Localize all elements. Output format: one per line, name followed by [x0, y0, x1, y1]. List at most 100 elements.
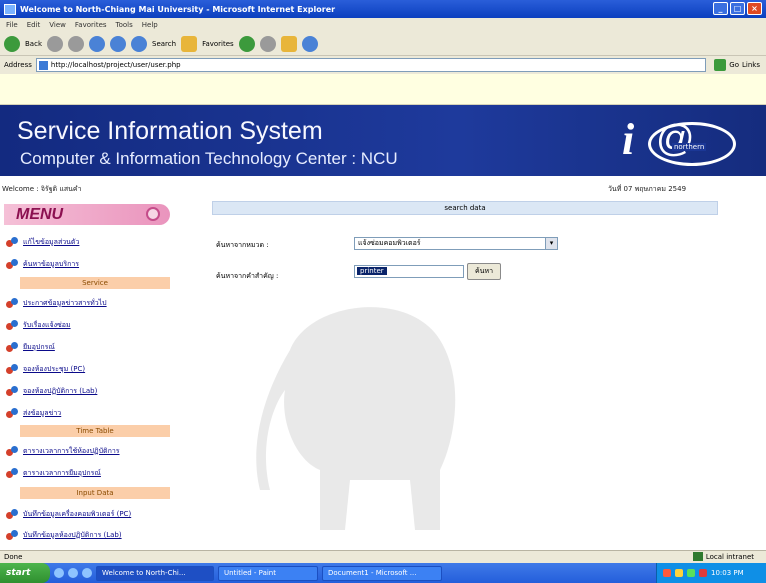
menu-tools[interactable]: Tools [116, 21, 133, 29]
section-input-data: Input Data [20, 487, 170, 499]
tray-icon[interactable] [663, 569, 671, 577]
desktop-quicklaunch-icon[interactable] [68, 568, 78, 578]
user-group-icon [6, 385, 19, 397]
sidebar-item-label[interactable]: ประกาศข้อมูลข่าวสารทั่วไป [23, 298, 107, 309]
ie-quicklaunch-icon[interactable] [54, 568, 64, 578]
user-group-icon [6, 508, 19, 520]
sidebar-item-book-lab[interactable]: จองห้องปฏิบัติการ (Lab) [6, 383, 166, 399]
taskbar-item-browser[interactable]: Welcome to North-Chi... [96, 565, 214, 581]
links-label[interactable]: Links [742, 61, 760, 69]
sidebar-item-label[interactable]: รับเรื่องแจ้งซ่อม [23, 320, 71, 331]
keyword-input[interactable]: printer [354, 265, 464, 278]
section-service: Service [20, 277, 170, 289]
user-group-icon [6, 363, 19, 375]
search-icon[interactable] [131, 35, 147, 52]
sidebar-item-repair[interactable]: รับเรื่องแจ้งซ่อม [6, 317, 166, 333]
sidebar-item-book-pc[interactable]: จองห้องประชุม (PC) [6, 361, 166, 377]
sidebar-item-label[interactable]: แก้ไขข้อมูลส่วนตัว [23, 237, 79, 248]
sidebar-item-label[interactable]: ค้นหาข้อมูลบริการ [23, 259, 79, 270]
folder-icon[interactable] [280, 35, 297, 52]
address-bar: Address http://localhost/project/user/us… [0, 56, 766, 74]
menu-edit[interactable]: Edit [27, 21, 41, 29]
sidebar-item-label[interactable]: จองห้องประชุม (PC) [23, 364, 85, 375]
sidebar-item-label[interactable]: ส่งข้อมูลข่าว [23, 408, 61, 419]
media-quicklaunch-icon[interactable] [82, 568, 92, 578]
taskbar-item-word[interactable]: Document1 - Microsoft ... [322, 565, 442, 581]
favorites-label[interactable]: Favorites [202, 40, 234, 48]
category-select-value: แจ้งซ่อมคอมพิวเตอร์ [358, 239, 421, 247]
logo-letter: i [622, 115, 635, 164]
banner-subtitle: Computer & Information Technology Center… [20, 149, 398, 168]
user-group-icon [6, 236, 19, 248]
go-icon[interactable] [714, 59, 727, 71]
sidebar-item-label[interactable]: ตารางเวลาการยืมอุปกรณ์ [23, 468, 101, 479]
go-button[interactable]: Go [729, 61, 739, 69]
user-group-icon [6, 297, 19, 309]
sidebar-item-label[interactable]: บันทึกข้อมูลเครื่องคอมพิวเตอร์ (PC) [23, 509, 131, 520]
system-tray: 10:03 PM [656, 563, 766, 583]
sidebar-item-edit-profile[interactable]: แก้ไขข้อมูลส่วนตัว [6, 234, 166, 250]
user-group-icon [6, 341, 19, 353]
back-icon[interactable] [4, 35, 20, 52]
elephant-watermark [256, 307, 456, 530]
window-title: Welcome to North-Chiang Mai University -… [20, 4, 336, 14]
category-select[interactable]: แจ้งซ่อมคอมพิวเตอร์ ▾ [354, 237, 558, 250]
menu-help[interactable]: Help [142, 21, 158, 29]
keyword-input-value: printer [357, 267, 387, 275]
tray-icon[interactable] [687, 569, 695, 577]
stop-icon[interactable] [68, 35, 84, 52]
sidebar-item-search-service[interactable]: ค้นหาข้อมูลบริการ [6, 256, 166, 272]
menu-favorites[interactable]: Favorites [75, 21, 107, 29]
sidebar-item-input-pc[interactable]: บันทึกข้อมูลเครื่องคอมพิวเตอร์ (PC) [6, 506, 166, 522]
tray-icon[interactable] [675, 569, 683, 577]
minimize-button[interactable]: _ [713, 2, 728, 15]
address-label: Address [4, 61, 32, 69]
clock: 10:03 PM [711, 569, 744, 577]
sidebar-item-label[interactable]: ตารางเวลาการใช้ห้องปฏิบัติการ [23, 446, 120, 457]
refresh-icon[interactable] [89, 35, 105, 52]
user-group-icon [6, 319, 19, 331]
site-banner: Service Information System Computer & In… [0, 105, 766, 176]
status-bar: Done Local intranet [0, 550, 766, 563]
forward-icon[interactable] [47, 35, 63, 52]
maximize-button[interactable]: □ [730, 2, 745, 15]
sidebar-item-news[interactable]: ประกาศข้อมูลข่าวสารทั่วไป [6, 295, 166, 311]
back-label[interactable]: Back [25, 40, 42, 48]
sidebar-item-label[interactable]: ยืมอุปกรณ์ [23, 342, 55, 353]
user-group-icon [6, 407, 19, 419]
sidebar: MENU แก้ไขข้อมูลส่วนตัว ค้นหาข้อมูลบริกา… [0, 200, 172, 545]
user-group-icon [6, 529, 19, 541]
favorites-icon[interactable] [181, 35, 198, 52]
history-icon[interactable] [259, 35, 276, 52]
date-text: วันที่ 07 พฤษภาคม 2549 [608, 185, 687, 193]
sidebar-item-lab-schedule[interactable]: ตารางเวลาการใช้ห้องปฏิบัติการ [6, 443, 166, 459]
home-icon[interactable] [110, 35, 126, 52]
menu-file[interactable]: File [6, 21, 18, 29]
search-label[interactable]: Search [152, 40, 176, 48]
zone-text: Local intranet [705, 552, 754, 561]
sidebar-item-input-lab[interactable]: บันทึกข้อมูลห้องปฏิบัติการ (Lab) [6, 527, 166, 543]
sidebar-item-label[interactable]: บันทึกข้อมูลห้องปฏิบัติการ (Lab) [23, 530, 122, 541]
it-northern-logo: i @ northern [622, 115, 740, 170]
media-icon[interactable] [238, 35, 255, 52]
browser-toolbar: Back Search Favorites [0, 32, 766, 56]
print-icon[interactable] [301, 35, 318, 52]
tray-icon[interactable] [699, 569, 707, 577]
sidebar-item-borrow[interactable]: ยืมอุปกรณ์ [6, 339, 166, 355]
chevron-down-icon[interactable]: ▾ [545, 238, 557, 249]
sidebar-item-label[interactable]: จองห้องปฏิบัติการ (Lab) [23, 386, 97, 397]
sidebar-item-send-news[interactable]: ส่งข้อมูลข่าว [6, 405, 166, 421]
sidebar-item-borrow-schedule[interactable]: ตารางเวลาการยืมอุปกรณ์ [6, 465, 166, 481]
start-button[interactable]: start [0, 563, 50, 583]
menubar: File Edit View Favorites Tools Help [0, 18, 766, 32]
ie-icon [4, 3, 16, 15]
status-text: Done [4, 553, 23, 561]
logo-text: northern [672, 143, 707, 151]
menu-view[interactable]: View [49, 21, 66, 29]
address-input[interactable]: http://localhost/project/user/user.php [35, 58, 707, 72]
keyword-label: ค้นหาจากคำสำคัญ : [216, 272, 279, 280]
taskbar-item-paint[interactable]: Untitled - Paint [218, 565, 318, 581]
search-button[interactable]: ค้นหา [467, 263, 501, 280]
close-button[interactable]: × [747, 2, 762, 15]
taskbar: start Welcome to North-Chi... Untitled -… [0, 563, 766, 583]
